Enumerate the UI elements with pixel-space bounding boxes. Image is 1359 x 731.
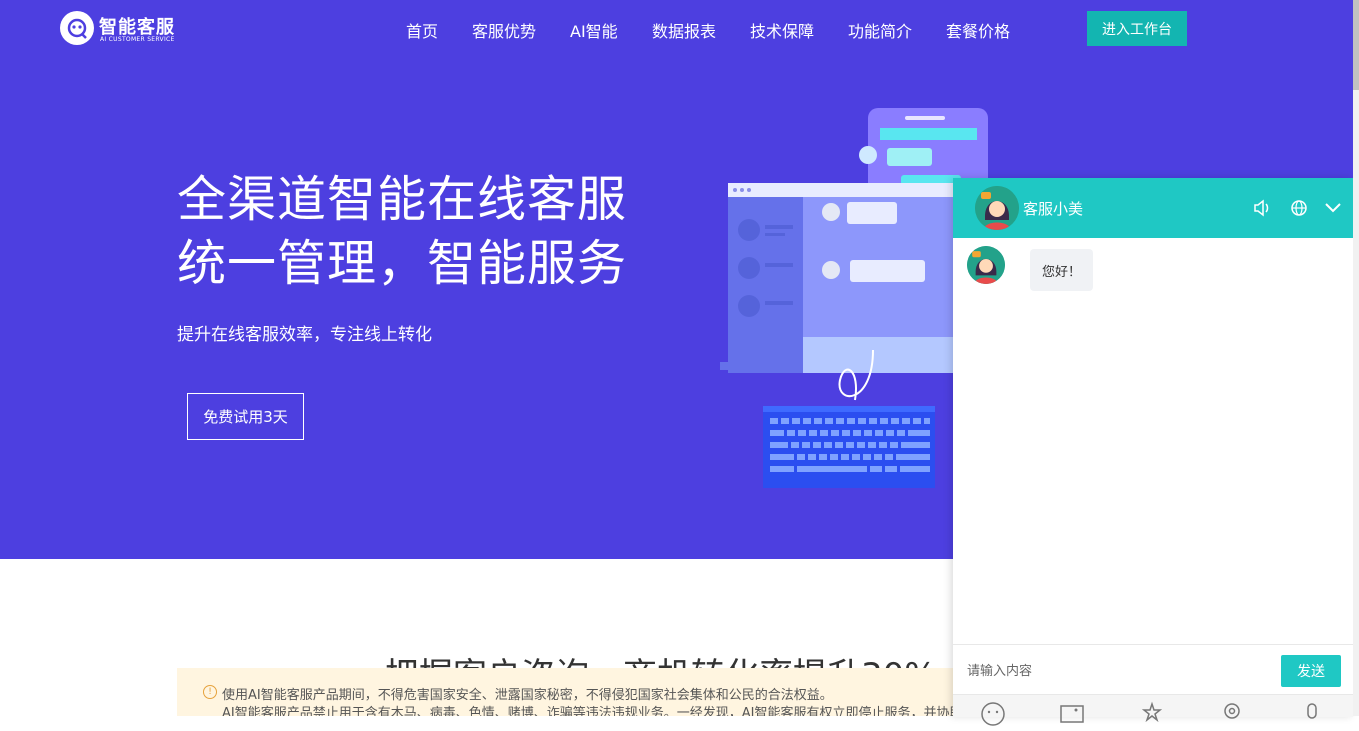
rating-icon[interactable] bbox=[1139, 701, 1165, 727]
nav-item-advantages[interactable]: 客服优势 bbox=[472, 18, 536, 42]
nav-item-tech-support[interactable]: 技术保障 bbox=[750, 18, 814, 42]
hero-title-line2: 统一管理，智能服务 bbox=[177, 235, 628, 292]
notice-line1: 使用AI智能客服产品期间，不得危害国家安全、泄露国家秘密，不得侵犯国家社会集体和… bbox=[222, 688, 833, 703]
microphone-icon[interactable] bbox=[1299, 701, 1325, 727]
nav-item-features[interactable]: 功能简介 bbox=[848, 18, 912, 42]
warning-icon: ! bbox=[203, 685, 217, 699]
page-scrollbar[interactable] bbox=[1353, 0, 1359, 716]
send-button[interactable]: 发送 bbox=[1281, 655, 1341, 687]
nav-item-home[interactable]: 首页 bbox=[406, 18, 438, 42]
location-icon[interactable] bbox=[1219, 701, 1245, 727]
enter-workbench-button[interactable]: 进入工作台 bbox=[1087, 11, 1187, 46]
brand-subtitle: AI CUSTOMER SERVICE bbox=[100, 36, 175, 43]
agent-name: 客服小美 bbox=[1023, 200, 1084, 218]
chevron-down-icon[interactable] bbox=[1324, 199, 1342, 217]
chat-toolbar bbox=[953, 694, 1353, 726]
usage-notice: ! 使用AI智能客服产品期间，不得危害国家安全、泄露国家秘密，不得侵犯国家社会集… bbox=[177, 668, 977, 716]
hero-subtitle: 提升在线客服效率，专注线上转化 bbox=[177, 325, 432, 345]
nav-item-reports[interactable]: 数据报表 bbox=[652, 18, 716, 42]
chat-header: 客服小美 bbox=[953, 178, 1353, 238]
chat-message-input[interactable] bbox=[965, 658, 1269, 684]
chat-input-bar: 发送 bbox=[953, 644, 1353, 695]
emoji-icon[interactable] bbox=[980, 701, 1006, 727]
notice-line2: AI智能客服产品禁止用于含有木马、病毒、色情、赌博、诈骗等违法违规业务。一经发现… bbox=[222, 706, 963, 716]
chat-widget: 客服小美 您好！ 发送 bbox=[953, 178, 1353, 726]
free-trial-button[interactable]: 免费试用3天 bbox=[187, 393, 304, 440]
scrollbar-thumb[interactable] bbox=[1353, 0, 1359, 90]
speaker-icon[interactable] bbox=[1253, 199, 1271, 217]
agent-avatar bbox=[975, 186, 1019, 230]
chatbot-logo-icon bbox=[60, 11, 94, 45]
message-avatar bbox=[967, 246, 1005, 284]
nav-item-pricing[interactable]: 套餐价格 bbox=[946, 18, 1010, 42]
agent-message: 您好！ bbox=[1030, 249, 1094, 291]
brand-logo[interactable]: 智能客服 AI CUSTOMER SERVICE bbox=[60, 11, 190, 47]
hero-title-line1: 全渠道智能在线客服 bbox=[177, 171, 628, 228]
image-icon[interactable] bbox=[1059, 701, 1085, 727]
hero-title: 全渠道智能在线客服 统一管理，智能服务 bbox=[177, 168, 627, 296]
globe-icon[interactable] bbox=[1290, 199, 1308, 217]
nav-item-ai[interactable]: AI智能 bbox=[570, 18, 618, 42]
